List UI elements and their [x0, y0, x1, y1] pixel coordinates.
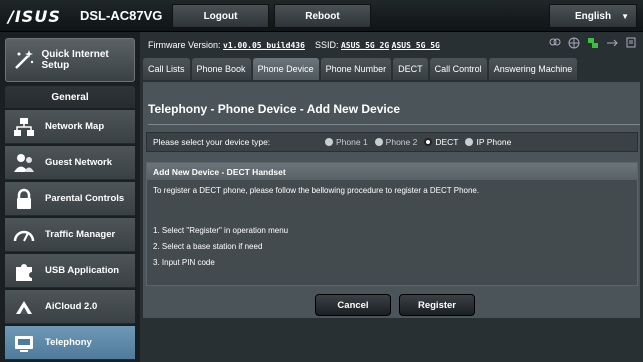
- main-panel: Firmware Version: v1.00.05_build436 SSID…: [140, 32, 643, 362]
- radio-dot: [325, 138, 333, 146]
- lock-icon: [11, 186, 37, 212]
- firmware-status-line: Firmware Version: v1.00.05_build436 SSID…: [148, 40, 440, 50]
- model-name: DSL-AC87VG: [80, 8, 163, 23]
- ssid-2g-link[interactable]: ASUS_5G_2G: [341, 41, 389, 50]
- footer-area: [140, 318, 643, 362]
- sidebar-item-label: Parental Controls: [45, 193, 125, 204]
- radio-ip-phone[interactable]: IP Phone: [465, 137, 511, 147]
- radio-dot: [465, 138, 474, 146]
- guest-network-icon: [11, 150, 37, 176]
- printer-icon[interactable]: [625, 37, 637, 49]
- sidebar-item-label: AiCloud 2.0: [45, 301, 98, 312]
- radio-label: Phone 1: [336, 137, 368, 147]
- sidebar-item-label: USB Application: [45, 265, 120, 276]
- sidebar-item-traffic-manager[interactable]: Traffic Manager: [5, 218, 135, 252]
- qis-label: Quick Internet Setup: [41, 49, 109, 71]
- sidebar-item-aicloud[interactable]: AiCloud 2.0: [5, 290, 135, 324]
- firmware-label: Firmware Version:: [148, 40, 221, 50]
- language-select[interactable]: English ▼: [549, 4, 637, 28]
- sidebar-item-guest-network[interactable]: Guest Network: [5, 146, 135, 180]
- dect-handset-section: Add New Device - DECT Handset To registe…: [146, 162, 638, 286]
- sidebar-item-label: Guest Network: [45, 157, 113, 168]
- network-map-icon: [11, 114, 37, 140]
- asus-logo: /ISUS: [8, 7, 61, 26]
- radio-phone-1[interactable]: Phone 1: [325, 137, 368, 147]
- title-divider: [148, 124, 640, 125]
- tab-dect[interactable]: DECT: [393, 58, 428, 80]
- quick-internet-setup-button[interactable]: Quick Internet Setup: [5, 38, 135, 82]
- top-bar: /ISUS DSL-AC87VG Logout Reboot English ▼: [0, 0, 643, 32]
- radio-label: Phone 2: [385, 137, 418, 147]
- general-heading: General: [5, 86, 135, 108]
- usb-icon[interactable]: [606, 37, 618, 49]
- firmware-version-link[interactable]: v1.00.05_build436: [223, 41, 305, 50]
- page-title: Telephony - Phone Device - Add New Devic…: [148, 102, 401, 116]
- cancel-button[interactable]: Cancel: [315, 294, 391, 316]
- tab-phone-book[interactable]: Phone Book: [191, 58, 251, 80]
- telephone-icon: [11, 330, 37, 356]
- step-3: 3. Input PIN code: [153, 258, 215, 267]
- reboot-button[interactable]: Reboot: [274, 4, 371, 28]
- logout-button[interactable]: Logout: [172, 4, 269, 28]
- puzzle-icon: [11, 258, 37, 284]
- register-button[interactable]: Register: [399, 294, 475, 316]
- sidebar-item-label: Telephony: [45, 337, 92, 348]
- sidebar-item-telephony[interactable]: Telephony: [5, 326, 135, 360]
- radio-dot: [374, 138, 383, 146]
- users-icon[interactable]: [549, 37, 561, 49]
- content-panel: Telephony - Phone Device - Add New Devic…: [143, 82, 640, 318]
- sidebar: Quick Internet Setup General Network Map…: [0, 32, 140, 362]
- radio-phone-2[interactable]: Phone 2: [374, 137, 418, 147]
- wand-icon: [11, 46, 37, 74]
- gauge-icon: [11, 222, 37, 248]
- sidebar-item-usb-application[interactable]: USB Application: [5, 254, 135, 288]
- tab-phone-device[interactable]: Phone Device: [252, 58, 319, 80]
- intro-text: To register a DECT phone, please follow …: [153, 186, 480, 195]
- network-status-icon[interactable]: [587, 37, 599, 49]
- radio-dect[interactable]: DECT: [424, 137, 458, 147]
- sidebar-item-label: Network Map: [45, 121, 105, 132]
- sidebar-item-network-map[interactable]: Network Map: [5, 110, 135, 144]
- step-1: 1. Select "Register" in operation menu: [153, 226, 289, 235]
- chevron-down-icon: ▼: [621, 12, 629, 21]
- tab-call-lists[interactable]: Call Lists: [143, 58, 190, 80]
- step-2: 2. Select a base station if need: [153, 242, 263, 251]
- radio-dot: [424, 138, 433, 146]
- radio-label: DECT: [435, 137, 459, 147]
- tab-bar: Call Lists Phone Book Phone Device Phone…: [143, 58, 578, 80]
- ssid-5g-link[interactable]: ASUS_5G_5G: [392, 41, 440, 50]
- device-type-row: Please select your device type: Phone 1 …: [146, 132, 638, 152]
- globe-icon[interactable]: [568, 37, 580, 49]
- device-type-label: Please select your device type:: [153, 137, 271, 147]
- tab-answering-machine[interactable]: Answering Machine: [488, 58, 578, 80]
- ssid-label: SSID:: [314, 40, 339, 50]
- radio-label: IP Phone: [476, 137, 512, 147]
- tab-call-control[interactable]: Call Control: [429, 58, 487, 80]
- sidebar-item-label: Traffic Manager: [45, 229, 116, 240]
- section-title: Add New Device - DECT Handset: [147, 163, 637, 180]
- cloud-icon: [11, 294, 37, 320]
- tab-phone-number[interactable]: Phone Number: [320, 58, 392, 80]
- language-value: English: [574, 10, 612, 22]
- status-icons: [549, 37, 637, 49]
- sidebar-item-parental-controls[interactable]: Parental Controls: [5, 182, 135, 216]
